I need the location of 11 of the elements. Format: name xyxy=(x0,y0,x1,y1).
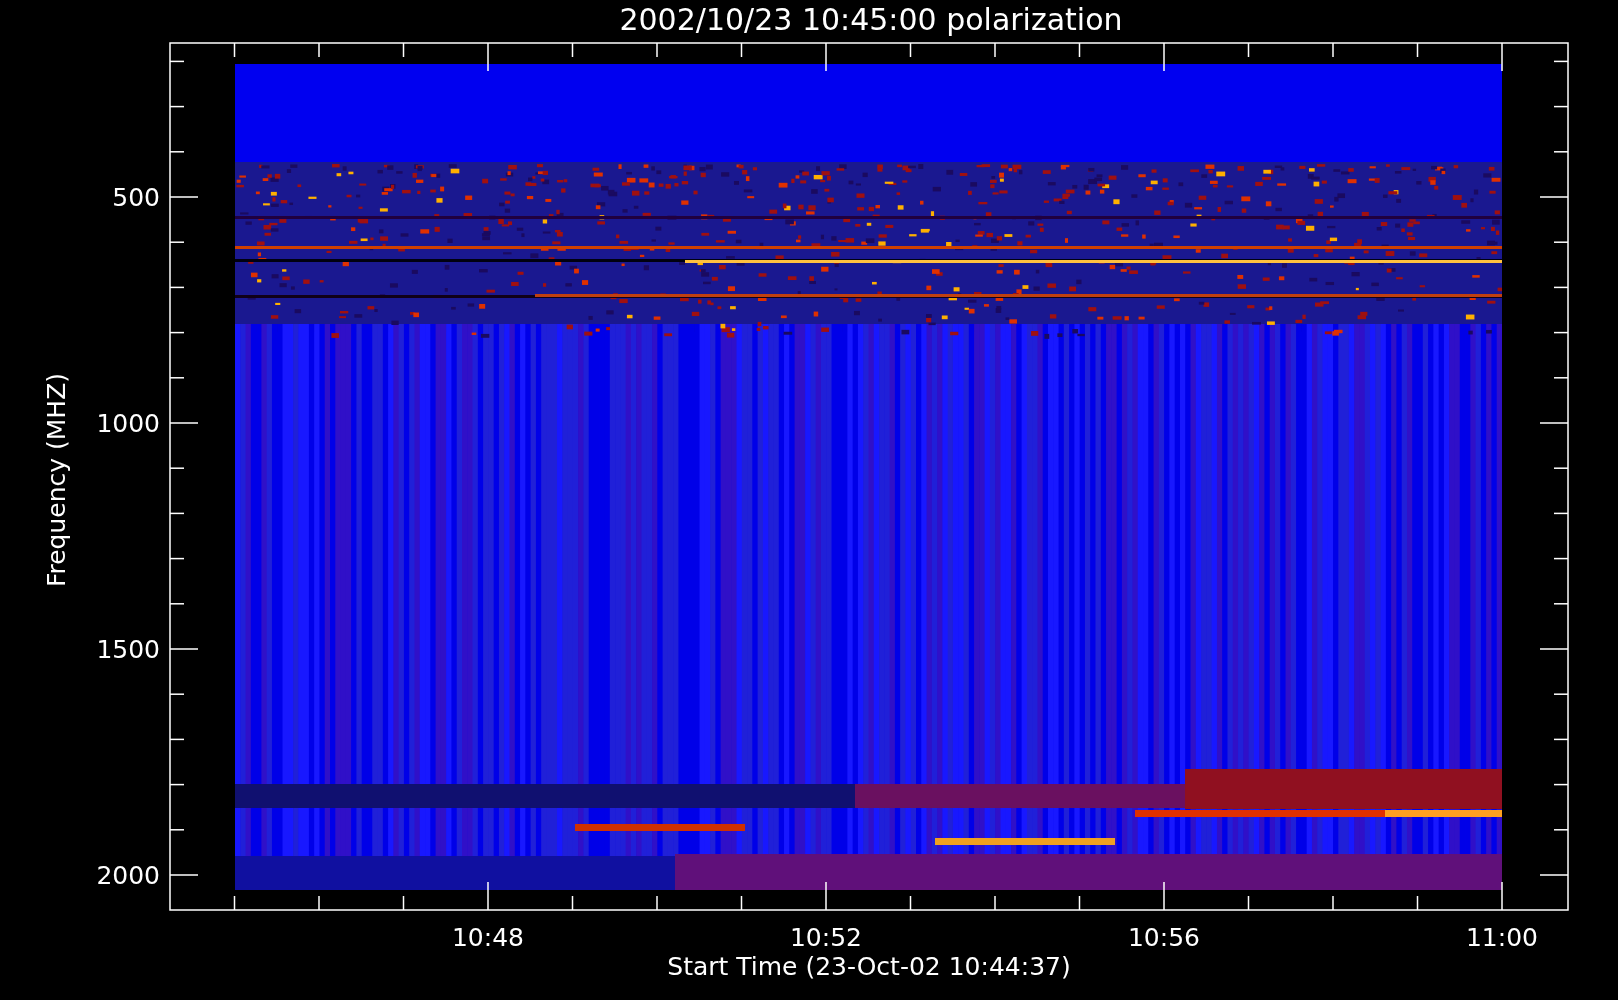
x-tick-label: 10:56 xyxy=(1128,923,1200,952)
chart-title: 2002/10/23 10:45:00 polarization xyxy=(619,2,1123,37)
x-axis-label: Start Time (23-Oct-02 10:44:37) xyxy=(667,952,1071,981)
y-tick-label: 2000 xyxy=(96,861,160,890)
y-tick-label: 1000 xyxy=(96,409,160,438)
y-axis-label: Frequency (MHZ) xyxy=(42,372,71,588)
y-tick-label: 500 xyxy=(112,183,160,212)
y-tick-label: 1500 xyxy=(96,635,160,664)
x-tick-label: 10:52 xyxy=(790,923,862,952)
x-tick-label: 11:00 xyxy=(1466,923,1538,952)
x-tick-label: 10:48 xyxy=(452,923,524,952)
